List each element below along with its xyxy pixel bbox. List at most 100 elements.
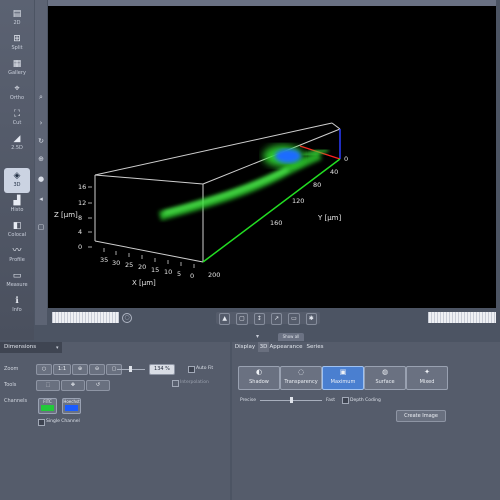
axis-tick-label: 35 xyxy=(100,256,108,264)
render-mode-mixed-button[interactable]: ✦ Mixed xyxy=(406,366,448,390)
precise-label: Precise xyxy=(240,398,256,403)
fit-view-icon[interactable]: ▭ xyxy=(288,313,300,325)
tool-rotate-button[interactable]: ↺ xyxy=(86,380,110,391)
axis-tick-label: 0 xyxy=(190,272,194,280)
crop-tool-icon[interactable]: ▢ xyxy=(36,222,46,232)
zoom-out-button[interactable]: ⊖ xyxy=(89,364,105,375)
tool-histo[interactable]: ▟ Histo xyxy=(4,193,30,218)
y-axis-label: Y [µm] xyxy=(317,214,342,222)
tool-select-button[interactable]: ⬚ xyxy=(36,380,60,391)
channels-label: Channels xyxy=(4,398,28,404)
measure-icon: ▭ xyxy=(12,271,22,281)
3d-render-viewport[interactable]: 16 12 8 4 0 35 30 25 20 15 10 5 0 0 40 80 120 160 200 Z … xyxy=(48,6,496,308)
x-axis-ticks: 35 30 25 20 15 10 5 0 xyxy=(100,248,195,280)
ortho-icon: ⌖ xyxy=(14,84,20,94)
box-edge xyxy=(331,122,341,130)
move-tool-icon[interactable]: ◂ xyxy=(36,194,46,204)
bounding-box xyxy=(94,122,341,263)
axis-tick-label: 200 xyxy=(208,271,220,279)
zoom-buttons: ○ 1:1 ⊕ ⊖ ▢ xyxy=(36,364,123,375)
axis-tick-label: 0 xyxy=(78,243,82,251)
tool-2.5d[interactable]: ◢ 2.5D xyxy=(4,131,30,156)
viewport-ruler-right[interactable] xyxy=(428,312,496,323)
settings-icon[interactable]: ✱ xyxy=(305,313,317,325)
tool-ortho[interactable]: ⌖ Ortho xyxy=(4,81,30,106)
z-axis-label: Z [µm] xyxy=(54,211,78,219)
zoom-slider-handle[interactable] xyxy=(129,366,132,372)
axis-tick-label: 0 xyxy=(344,155,348,163)
zoom-label: Zoom xyxy=(4,366,19,372)
zoom-fit-button[interactable]: ○ xyxy=(36,364,52,375)
tool-info[interactable]: ℹ Info xyxy=(4,293,30,318)
axis-tick-label: 40 xyxy=(330,168,338,176)
render-mode-label: Maximum xyxy=(330,379,356,385)
interpolation-checkbox[interactable] xyxy=(172,380,179,387)
tool-label: 2D xyxy=(13,20,21,26)
viewport-ruler-left[interactable] xyxy=(52,312,119,323)
histogram-icon: ▟ xyxy=(13,196,21,206)
splitter-grip-icon[interactable]: ▾ xyxy=(256,333,264,340)
tab-appearance[interactable]: Appearance xyxy=(269,342,303,352)
tool-label: Info xyxy=(12,307,22,313)
axis-tick-label: 160 xyxy=(270,219,282,227)
tools-label: Tools xyxy=(4,382,17,388)
tool-cut[interactable]: ⛶ Cut xyxy=(4,106,30,131)
render-mode-transparency-button[interactable]: ◌ Transparency xyxy=(280,366,322,390)
tool-2d[interactable]: ▤ 2D xyxy=(4,6,30,31)
light-tool-icon[interactable]: ● xyxy=(36,174,46,184)
render-mode-maximum-button[interactable]: ▣ Maximum xyxy=(322,366,364,390)
tool-label: Measure xyxy=(6,282,28,288)
gallery-icon: ▦ xyxy=(12,59,22,69)
depth-coding-checkbox[interactable] xyxy=(342,397,349,404)
channel-fitc-button[interactable]: FITC xyxy=(38,398,57,414)
axis-tick-label: 4 xyxy=(78,228,82,236)
magnify-tool-icon[interactable]: ⊕ xyxy=(36,154,46,164)
render-mode-surface-button[interactable]: ◍ Surface xyxy=(364,366,406,390)
zoom-tool-icon[interactable]: ⌕ xyxy=(36,92,46,102)
screenshot-icon[interactable]: ▲ xyxy=(219,313,231,325)
tool-profile[interactable]: 〰 Profile xyxy=(4,243,30,268)
tool-measure[interactable]: ▭ Measure xyxy=(4,268,30,293)
maximum-icon: ▣ xyxy=(339,368,347,376)
render-mode-shadow-button[interactable]: ◐ Shadow xyxy=(238,366,280,390)
tool-label: Colocal xyxy=(7,232,27,238)
ruler-settings-icon[interactable]: ○ xyxy=(122,313,132,323)
axis-tick-label: 5 xyxy=(177,270,181,278)
zoom-100-button[interactable]: 1:1 xyxy=(53,364,71,375)
axis-tick-label: 20 xyxy=(138,263,146,271)
pan-icon[interactable]: ↕ xyxy=(253,313,265,325)
tool-colocal[interactable]: ◧ Colocal xyxy=(4,218,30,243)
reset-view-icon[interactable]: ▢ xyxy=(236,313,248,325)
tab-3d[interactable]: 3D xyxy=(258,342,269,352)
channel-hoechst-button[interactable]: Hoechst xyxy=(62,398,81,414)
auto-fit-label: Auto Fit xyxy=(196,366,214,371)
zoom-value-field[interactable]: 134 % xyxy=(149,364,175,375)
zoom-in-button[interactable]: ⊕ xyxy=(72,364,88,375)
auto-fit-checkbox[interactable] xyxy=(188,366,195,373)
quality-slider-handle[interactable] xyxy=(290,397,293,403)
channel-name: Hoechst xyxy=(63,399,80,404)
tool-gallery[interactable]: ▦ Gallery xyxy=(4,56,30,81)
pointer-icon[interactable]: ↗ xyxy=(270,313,283,325)
single-channel-label: Single Channel xyxy=(46,419,80,424)
split-view-icon: ⊞ xyxy=(13,34,21,44)
tab-display[interactable]: Display xyxy=(232,342,258,352)
render-mode-label: Transparency xyxy=(284,379,318,385)
axis-tick-label: 25 xyxy=(125,261,133,269)
arrow-right-icon[interactable]: › xyxy=(36,118,46,128)
show-all-toggle[interactable]: Show all xyxy=(278,333,304,341)
single-channel-checkbox[interactable] xyxy=(38,419,45,426)
tool-move-button[interactable]: ✥ xyxy=(61,380,85,391)
viewport-tools: ▲ ▢ ↕ ↗ ▭ ✱ xyxy=(216,312,320,325)
3d-view-icon: ◈ xyxy=(13,171,21,181)
rotate-tool-icon[interactable]: ↻ xyxy=(36,136,46,146)
tab-series[interactable]: Series xyxy=(303,342,327,352)
panel-collapse-icon[interactable]: ▾ xyxy=(56,345,59,351)
tool-3d[interactable]: ◈ 3D xyxy=(4,168,30,193)
create-image-button[interactable]: Create Image xyxy=(396,410,446,422)
tool-split[interactable]: ⊞ Split xyxy=(4,31,30,56)
axis-tick-label: 10 xyxy=(164,268,172,276)
toolbar-scroll-strip: ⌕ › ↻ ⊕ ● ◂ ▢ xyxy=(35,0,47,325)
shadow-icon: ◐ xyxy=(255,368,263,376)
dimensions-panel-title: Dimensions xyxy=(0,342,62,353)
